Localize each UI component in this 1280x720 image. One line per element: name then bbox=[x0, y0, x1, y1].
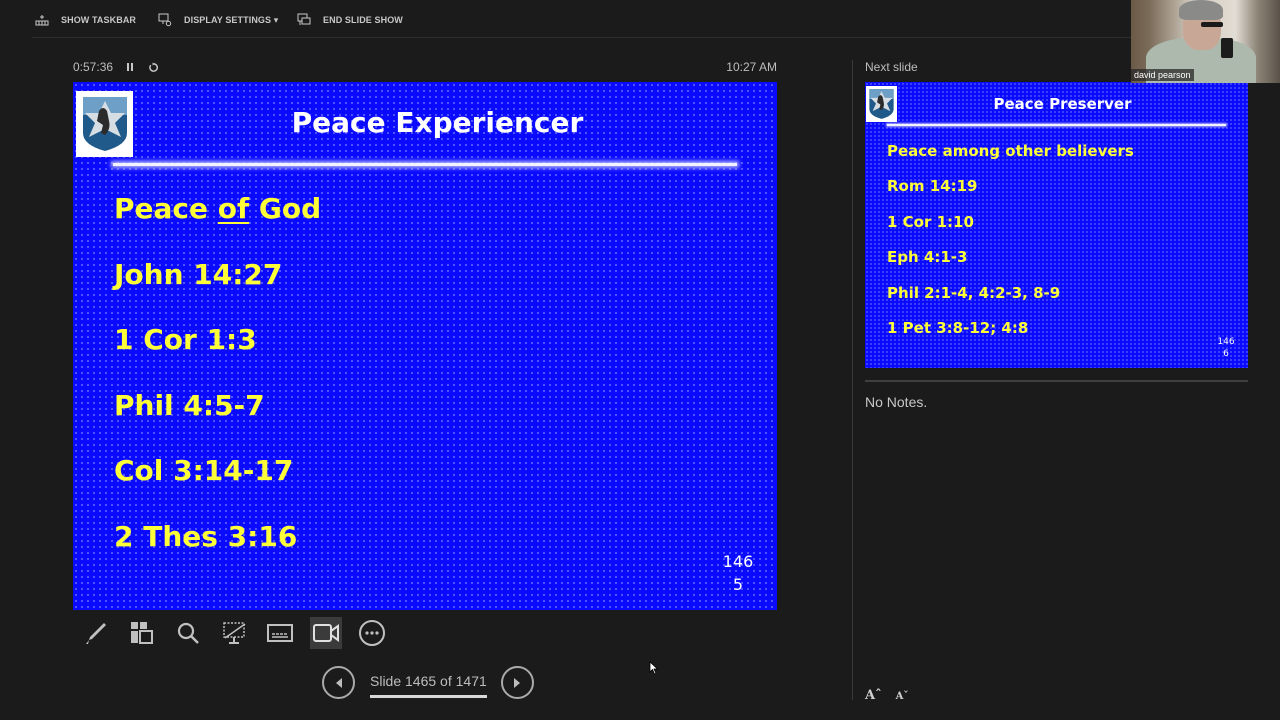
slide-number-line: 6 bbox=[1223, 349, 1229, 359]
magnifier-icon bbox=[177, 622, 199, 644]
show-taskbar-label: SHOW TASKBAR bbox=[61, 15, 137, 25]
timer: 0:57:36 bbox=[73, 60, 159, 74]
webcam-person-glasses bbox=[1201, 22, 1223, 27]
bullet-item: Rom 14:19 bbox=[887, 177, 978, 196]
bullet-item: Eph 4:1-3 bbox=[887, 248, 968, 267]
next-slide-preview[interactable]: Peace Preserver Peace among other believ… bbox=[865, 82, 1248, 368]
pen-tool-button[interactable] bbox=[73, 617, 119, 649]
slide-title: Peace Experiencer bbox=[291, 106, 584, 139]
current-slide[interactable]: Peace Experiencer Peace of God John 14:2… bbox=[73, 82, 777, 610]
bullet-text: God bbox=[249, 192, 322, 225]
end-slide-show-label: END SLIDE SHOW bbox=[323, 15, 403, 25]
webcam-person-hair bbox=[1179, 0, 1223, 20]
bullet-text: Peace bbox=[114, 192, 218, 225]
next-title-rule bbox=[887, 124, 1226, 126]
bullet-item: Phil 4:5-7 bbox=[114, 388, 265, 422]
notes-divider[interactable] bbox=[865, 380, 1248, 382]
pause-icon bbox=[127, 63, 134, 71]
decrease-font-button[interactable]: Aˇ bbox=[896, 691, 909, 703]
camera-toggle-button[interactable] bbox=[310, 617, 342, 649]
video-camera-icon bbox=[313, 624, 339, 642]
end-slide-show-button[interactable]: END SLIDE SHOW bbox=[297, 13, 403, 27]
bullet-item: 2 Thes 3:16 bbox=[114, 519, 298, 553]
slide-number-line: 5 bbox=[732, 575, 744, 594]
bullet-item: John 14:27 bbox=[114, 257, 283, 291]
elapsed-time: 0:57:36 bbox=[73, 60, 114, 74]
bullet-item: 1 Cor 1:3 bbox=[114, 323, 257, 357]
speaker-notes[interactable]: No Notes. bbox=[865, 394, 927, 410]
webcam-microphone bbox=[1221, 38, 1233, 58]
webcam-name-label: david pearson bbox=[1131, 69, 1194, 81]
restart-icon bbox=[149, 61, 159, 72]
restart-timer-button[interactable] bbox=[148, 61, 159, 73]
zoom-slide-button[interactable] bbox=[165, 617, 211, 649]
current-time: 10:27 AM bbox=[726, 60, 777, 74]
bullet-item: 1 Cor 1:10 bbox=[887, 212, 974, 231]
mouse-cursor bbox=[649, 661, 659, 680]
more-icon bbox=[359, 620, 385, 646]
slides-grid-icon bbox=[131, 622, 153, 644]
bullet-item: Col 3:14-17 bbox=[114, 454, 294, 488]
presenter-tools bbox=[73, 617, 395, 649]
next-slide-button[interactable] bbox=[500, 666, 534, 699]
slide-navigation: Slide 1465 of 1471 bbox=[322, 666, 534, 699]
black-screen-button[interactable] bbox=[211, 617, 257, 649]
triangle-right-icon bbox=[514, 677, 521, 688]
pen-icon bbox=[86, 623, 106, 644]
display-settings-label: DISPLAY SETTINGS ▾ bbox=[184, 14, 279, 25]
notes-font-controls: Aˆ Aˇ bbox=[865, 688, 908, 703]
slide-bullets: Peace of God John 14:27 1 Cor 1:3 Phil 4… bbox=[114, 192, 321, 586]
black-screen-icon bbox=[223, 622, 246, 644]
bullet-item: Phil 2:1-4, 4:2-3, 8-9 bbox=[887, 283, 1061, 302]
toolbar-divider bbox=[32, 37, 1132, 38]
bullet-underlined-text: of bbox=[217, 192, 250, 225]
subtitles-button[interactable] bbox=[257, 617, 303, 649]
subtitles-icon bbox=[267, 624, 293, 642]
slide-number-line: 146 bbox=[1217, 337, 1235, 347]
title-rule bbox=[113, 163, 737, 166]
next-slide-title: Peace Preserver bbox=[993, 95, 1132, 113]
next-slide-bullets: Peace among other believers Rom 14:19 1 … bbox=[887, 142, 1134, 354]
slide-number: 146 5 bbox=[713, 550, 763, 596]
taskbar-icon bbox=[35, 15, 49, 26]
pane-divider[interactable] bbox=[852, 60, 853, 700]
webcam-video[interactable]: david pearson bbox=[1131, 0, 1280, 83]
increase-font-button[interactable]: Aˆ bbox=[865, 688, 882, 703]
bullet-item: Peace among other believers bbox=[887, 142, 1134, 160]
bullet-item: 1 Pet 3:8-12; 4:8 bbox=[887, 318, 1029, 337]
end-show-icon bbox=[297, 13, 311, 25]
bullet-item: Peace of God bbox=[114, 192, 321, 258]
triangle-left-icon bbox=[335, 677, 342, 688]
see-all-slides-button[interactable] bbox=[119, 617, 165, 649]
previous-slide-button[interactable] bbox=[322, 666, 355, 699]
presenter-toolbar: SHOW TASKBAR DISPLAY SETTINGS ▾ END SLID… bbox=[0, 0, 1132, 38]
display-settings-icon bbox=[158, 13, 172, 27]
next-slide-number: 146 6 bbox=[1211, 336, 1241, 360]
slide-number-line: 146 bbox=[722, 552, 754, 571]
more-options-button[interactable] bbox=[349, 617, 395, 649]
pause-timer-button[interactable] bbox=[126, 62, 134, 72]
display-settings-button[interactable]: DISPLAY SETTINGS ▾ bbox=[158, 13, 278, 27]
next-slide-label: Next slide bbox=[865, 60, 918, 74]
arrow-cursor-icon bbox=[649, 661, 659, 675]
slide-counter[interactable]: Slide 1465 of 1471 bbox=[370, 673, 487, 698]
show-taskbar-button[interactable]: SHOW TASKBAR bbox=[35, 13, 136, 27]
